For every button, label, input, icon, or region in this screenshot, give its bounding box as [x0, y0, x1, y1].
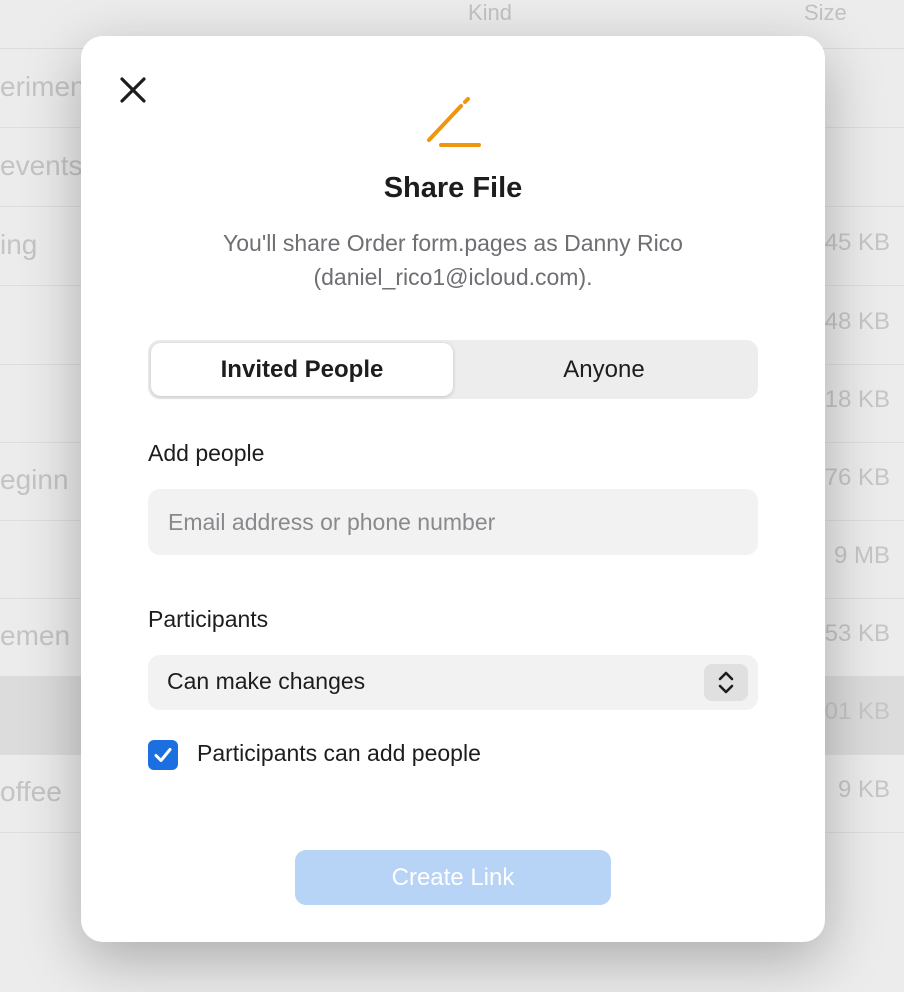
- dialog-description: You'll share Order form.pages as Danny R…: [223, 230, 683, 290]
- participants-label: Participants: [148, 606, 269, 632]
- row-size: 53 KB: [824, 620, 890, 647]
- checkmark-icon: [154, 748, 172, 762]
- row-name: ing: [0, 229, 38, 260]
- dialog-title: Share File: [383, 172, 523, 204]
- row-size: 18 KB: [824, 386, 890, 413]
- select-chevrons-icon: [704, 664, 748, 701]
- close-button[interactable]: [113, 70, 153, 110]
- row-size: 45 KB: [824, 229, 890, 256]
- row-name: erimen: [0, 71, 86, 102]
- row-name: eginn: [0, 464, 69, 495]
- segment-invited-people[interactable]: Invited People: [151, 343, 453, 396]
- row-size: 01 KB: [824, 698, 890, 725]
- pencil-icon: [421, 96, 487, 152]
- column-size: Size: [804, 0, 847, 25]
- share-file-dialog: Share File You'll share Order form.pages…: [81, 36, 825, 942]
- participants-can-add-checkbox[interactable]: [148, 740, 178, 770]
- create-link-button[interactable]: Create Link: [295, 850, 611, 905]
- participants-can-add-label: Participants can add people: [197, 740, 481, 766]
- participants-permission-value: Can make changes: [167, 668, 366, 694]
- add-people-input[interactable]: [148, 489, 758, 555]
- segment-anyone[interactable]: Anyone: [453, 343, 755, 396]
- column-kind: Kind: [468, 0, 513, 25]
- close-icon: [120, 77, 146, 103]
- add-people-label: Add people: [148, 440, 265, 466]
- row-name: emen: [0, 620, 71, 651]
- row-size: 9 KB: [837, 776, 890, 803]
- participants-permission-select[interactable]: Can make changes: [148, 655, 758, 710]
- row-name: offee: [0, 776, 62, 807]
- row-name: events: [0, 150, 83, 181]
- access-segmented-control: Invited People Anyone: [148, 340, 758, 399]
- row-size: 9 MB: [833, 542, 890, 569]
- row-size: 76 KB: [824, 464, 890, 491]
- row-size: 48 KB: [824, 308, 890, 335]
